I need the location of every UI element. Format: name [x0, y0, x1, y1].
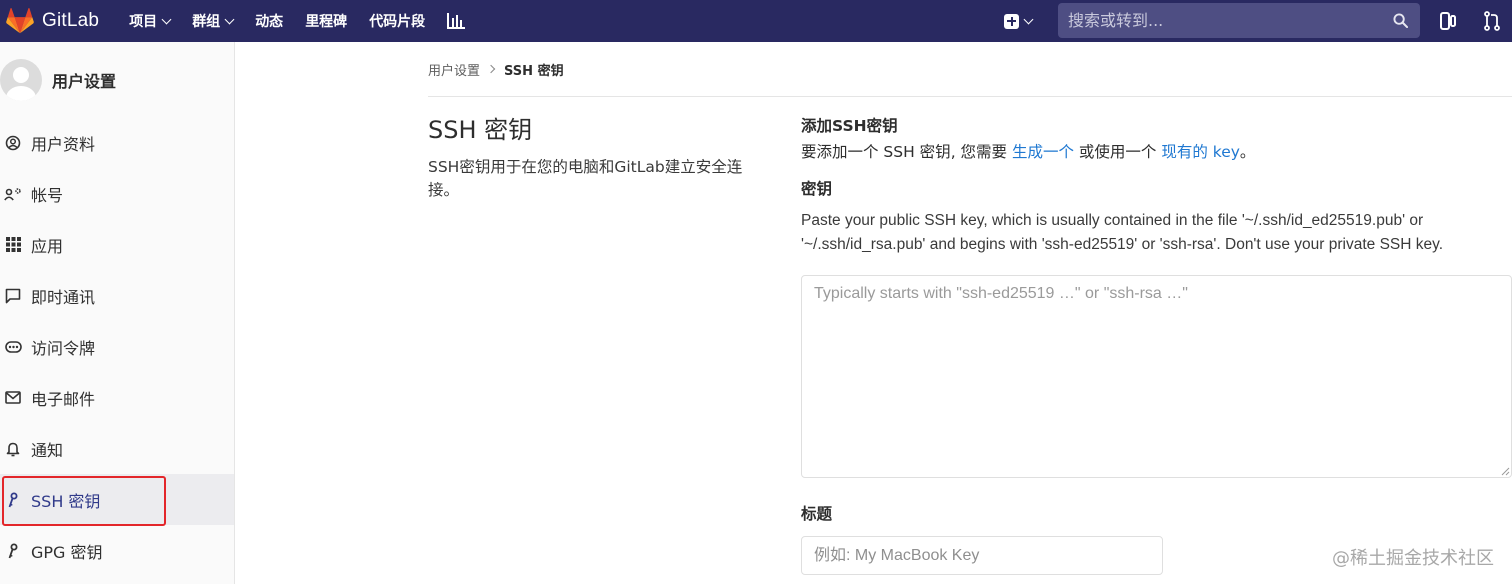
bar-chart-icon: [447, 13, 466, 29]
breadcrumb-parent-link[interactable]: 用户设置: [428, 60, 480, 79]
key-textarea-wrapper: [801, 275, 1512, 478]
add-desc-suffix: 。: [1239, 143, 1256, 161]
merge-request-icon[interactable]: [1484, 11, 1500, 31]
applications-icon: [4, 236, 22, 254]
sidebar-item-account[interactable]: 帐号: [0, 168, 234, 219]
page-title: SSH 密钥: [428, 116, 533, 144]
token-icon: [4, 338, 22, 356]
nav-projects-dropdown[interactable]: 项目: [129, 0, 172, 42]
settings-sidebar: 用户设置 用户资料 帐号 应用 即时通讯 访问令牌 电子邮件 通知 SSH 密钥…: [0, 42, 235, 584]
watermark-text: @稀土掘金技术社区: [1332, 548, 1494, 569]
sidebar-item-label: 通知: [31, 440, 64, 460]
key-help-text: Paste your public SSH key, which is usua…: [801, 212, 1444, 253]
sidebar-item-access-tokens[interactable]: 访问令牌: [0, 321, 234, 372]
search-icon[interactable]: [1393, 13, 1408, 28]
sidebar-item-notifications[interactable]: 通知: [0, 423, 234, 474]
nav-groups-label: 群组: [192, 13, 221, 29]
account-icon: [4, 185, 22, 203]
nav-activity-label: 动态: [255, 13, 284, 29]
new-item-button[interactable]: [1004, 0, 1034, 42]
sidebar-item-chat[interactable]: 即时通讯: [0, 270, 234, 321]
add-desc-mid: 或使用一个: [1074, 143, 1162, 161]
page-intro: SSH 密钥 SSH密钥用于在您的电脑和GitLab建立安全连接。: [428, 112, 758, 202]
add-key-heading: 添加SSH密钥: [801, 117, 898, 135]
nav-milestones-label: 里程碑: [305, 13, 348, 29]
sidebar-item-label: 即时通讯: [31, 287, 96, 307]
nav-activity-link[interactable]: 动态: [255, 0, 283, 42]
sidebar-header[interactable]: 用户设置: [0, 42, 234, 117]
key-textarea[interactable]: [801, 275, 1512, 478]
nav-new-dropdown[interactable]: [1004, 0, 1034, 42]
title-field-label: 标题: [801, 505, 833, 523]
add-desc-prefix: 要添加一个 SSH 密钥, 您需要: [801, 143, 1012, 161]
existing-key-link[interactable]: 现有的 key: [1161, 143, 1240, 161]
sidebar-item-label: 应用: [31, 236, 64, 256]
sidebar-item-gpg-keys[interactable]: GPG 密钥: [0, 525, 234, 576]
gitlab-logo-icon: [6, 8, 34, 34]
mail-icon: [4, 389, 22, 407]
chevron-down-icon: [161, 14, 172, 24]
sidebar-item-applications[interactable]: 应用: [0, 219, 234, 270]
chevron-right-icon: [486, 64, 496, 74]
sidebar-item-profile[interactable]: 用户资料: [0, 117, 234, 168]
nav-analytics-link[interactable]: [447, 0, 466, 42]
add-key-description: 要添加一个 SSH 密钥, 您需要 生成一个 或使用一个 现有的 key。: [801, 140, 1512, 164]
search-input[interactable]: [1068, 11, 1378, 30]
nav-milestones-link[interactable]: 里程碑: [305, 0, 347, 42]
title-input[interactable]: [801, 536, 1163, 575]
sidebar-item-label: 电子邮件: [31, 389, 96, 409]
chevron-down-icon: [224, 14, 235, 24]
nav-snippets-label: 代码片段: [369, 13, 426, 29]
add-ssh-key-form: 添加SSH密钥 要添加一个 SSH 密钥, 您需要 生成一个 或使用一个 现有的…: [801, 112, 1512, 575]
chat-icon: [4, 287, 22, 305]
search-box[interactable]: [1058, 3, 1420, 38]
sidebar-item-label: SSH 密钥: [31, 491, 101, 511]
sidebar-item-label: 访问令牌: [31, 338, 96, 358]
generate-key-link[interactable]: 生成一个: [1012, 143, 1074, 161]
sidebar-title: 用户设置: [52, 71, 117, 91]
brand-home-link[interactable]: GitLab: [6, 0, 99, 42]
nav-groups-dropdown[interactable]: 群组: [192, 0, 235, 42]
resize-handle-icon[interactable]: [1500, 466, 1510, 476]
brand-name: GitLab: [42, 10, 100, 31]
nav-projects-label: 项目: [129, 13, 158, 29]
key-field-label: 密钥: [801, 180, 833, 198]
todo-list-icon[interactable]: [1440, 12, 1456, 30]
sidebar-item-emails[interactable]: 电子邮件: [0, 372, 234, 423]
page-description: SSH密钥用于在您的电脑和GitLab建立安全连接。: [428, 158, 743, 199]
key-icon: [4, 491, 22, 509]
nav-links: 项目 群组 动态 里程碑 代码片段: [129, 0, 466, 42]
avatar: [0, 58, 42, 101]
bell-icon: [4, 440, 22, 458]
nav-snippets-link[interactable]: 代码片段: [369, 0, 425, 42]
sidebar-item-label: 用户资料: [31, 134, 96, 154]
chevron-down-icon: [1023, 14, 1034, 24]
breadcrumb-current[interactable]: SSH 密钥: [504, 60, 564, 79]
profile-icon: [4, 134, 22, 152]
sidebar-item-ssh-keys[interactable]: SSH 密钥: [0, 474, 234, 526]
breadcrumb: 用户设置 SSH 密钥: [428, 42, 1512, 97]
sidebar-item-label: 帐号: [31, 185, 64, 205]
plus-square-icon: [1004, 13, 1019, 29]
top-navbar: GitLab 项目 群组 动态 里程碑 代码片段: [0, 0, 1512, 42]
sidebar-item-label: GPG 密钥: [31, 542, 103, 562]
key-icon: [4, 542, 22, 560]
